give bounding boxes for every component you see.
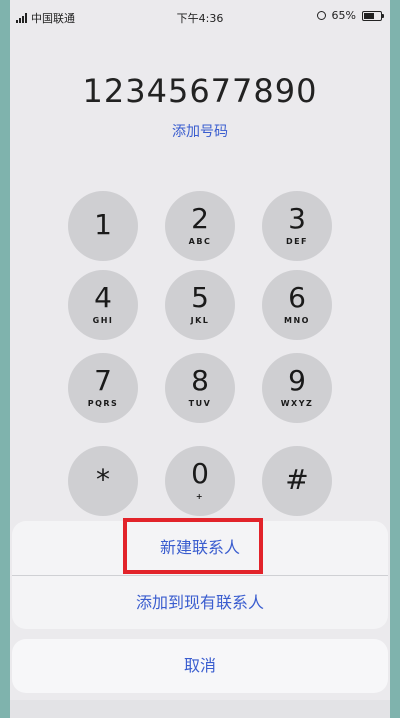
key-7[interactable]: 7 PQRS bbox=[68, 353, 138, 423]
dialed-number: 12345677890 bbox=[82, 72, 318, 110]
key-letters: WXYZ bbox=[280, 399, 314, 408]
key-1[interactable]: 1 bbox=[68, 191, 138, 261]
status-bar: 中国联通 下午4:36 65% bbox=[10, 0, 390, 30]
alarm-icon bbox=[316, 11, 326, 20]
key-digit: 8 bbox=[191, 364, 209, 397]
key-4[interactable]: 4 GHI bbox=[68, 270, 138, 340]
key-8[interactable]: 8 TUV bbox=[165, 353, 235, 423]
key-letters: JKL bbox=[190, 316, 210, 325]
add-number-link[interactable]: 添加号码 bbox=[10, 121, 390, 141]
key-hash[interactable]: # bbox=[262, 446, 332, 516]
key-5[interactable]: 5 JKL bbox=[165, 270, 235, 340]
key-digit: 0 bbox=[191, 457, 209, 490]
key-digit: 2 bbox=[191, 202, 209, 235]
key-letters: ABC bbox=[188, 237, 212, 246]
key-digit: 1 bbox=[94, 208, 112, 241]
key-2[interactable]: 2 ABC bbox=[165, 191, 235, 261]
key-star[interactable]: * bbox=[68, 446, 138, 516]
key-3[interactable]: 3 DEF bbox=[262, 191, 332, 261]
key-digit: 4 bbox=[94, 281, 112, 314]
key-letters: GHI bbox=[92, 316, 114, 325]
key-digit: 6 bbox=[288, 281, 306, 314]
key-digit: 7 bbox=[94, 364, 112, 397]
key-digit: 5 bbox=[191, 281, 209, 314]
key-6[interactable]: 6 MNO bbox=[262, 270, 332, 340]
key-digit: # bbox=[285, 463, 309, 496]
highlight-box bbox=[123, 518, 263, 574]
key-letters: PQRS bbox=[87, 399, 119, 408]
battery-fill bbox=[364, 12, 374, 19]
cancel-button[interactable]: 取消 bbox=[12, 639, 388, 693]
key-letters: MNO bbox=[284, 316, 310, 325]
key-0[interactable]: 0 + bbox=[165, 446, 235, 516]
key-letters: TUV bbox=[188, 399, 212, 408]
add-to-existing-contact-button[interactable]: 添加到现有联系人 bbox=[12, 576, 388, 629]
tab-bar-background bbox=[10, 700, 390, 718]
status-right: 65% bbox=[316, 9, 384, 22]
key-digit: 9 bbox=[288, 364, 306, 397]
key-digit: * bbox=[96, 463, 110, 496]
key-9[interactable]: 9 WXYZ bbox=[262, 353, 332, 423]
battery-percent: 65% bbox=[331, 9, 356, 22]
key-digit: 3 bbox=[288, 202, 306, 235]
battery-icon bbox=[362, 10, 384, 21]
key-letters: + bbox=[195, 492, 205, 501]
phone-screen: 中国联通 下午4:36 65% 12345677890 添加号码 1 2 ABC… bbox=[10, 0, 390, 718]
key-letters: DEF bbox=[285, 237, 309, 246]
